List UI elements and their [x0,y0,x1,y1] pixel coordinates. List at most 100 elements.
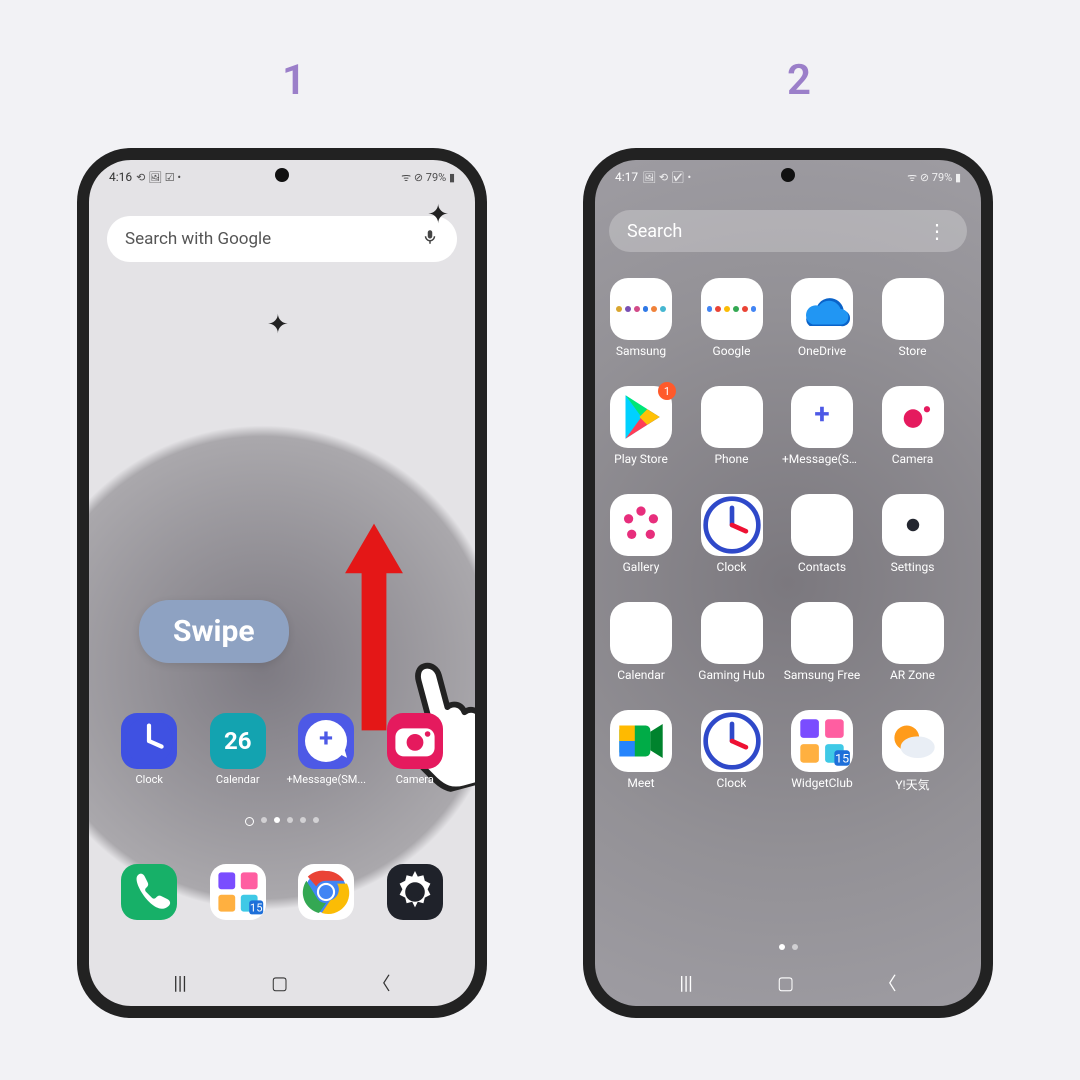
app-tile: 1 [610,386,672,448]
google-search-widget[interactable]: Search with Google [107,216,457,262]
app-icon-contacts[interactable]: Contacts [788,494,856,602]
app-tile [387,713,443,769]
app-icon-phone[interactable] [115,864,183,920]
page-dot[interactable] [300,817,306,823]
more-options-icon[interactable]: ⋮ [927,219,949,243]
app-label: Google [713,344,751,358]
app-label: Contacts [798,560,846,574]
recent-apps-button[interactable]: ||| [173,973,186,994]
status-time: 4:17 [615,170,638,184]
drawer-search-bar[interactable]: Search ⋮ [609,210,967,252]
app-icon-play-store[interactable]: 1Play Store [607,386,675,494]
swipe-instruction-chip: Swipe [139,600,289,663]
app-icon-phone[interactable]: Phone [698,386,766,494]
app-tile [701,278,763,340]
search-placeholder: Search [627,221,682,242]
app-tile: + [298,713,354,769]
home-dock: 15 [89,864,475,920]
app-icon-ar-zone[interactable]: AR AR Zone [879,602,947,710]
page-dot[interactable] [274,817,280,823]
phone2-app-drawer[interactable]: 4:17 🖼 ⟲ ☑ • ᯤ ⊘ 79% ▮ Search ⋮ SamsungG… [595,160,981,1006]
app-icon-clock[interactable]: Clock [115,713,183,786]
app-icon-chrome[interactable] [292,864,360,920]
home-button[interactable]: ▢ [271,973,288,994]
phone1-home-screen[interactable]: 4:16 ⟲ 🖼 ☑ • ᯤ ⊘ 79% ▮ ✦ Search with Goo… [89,160,475,1006]
app-tile: FREE [791,602,853,664]
app-label: WidgetClub [791,776,852,790]
app-tile [882,494,944,556]
app-tile: AR [882,602,944,664]
page-dot[interactable] [792,944,798,950]
app-icon-settings[interactable]: Settings [879,494,947,602]
app-icon-gallery[interactable]: Gallery [607,494,675,602]
page-dot[interactable] [261,817,267,823]
navigation-bar: ||| ▢ 〈 [595,960,981,1006]
status-right-icons: ᯤ ⊘ 79% ▮ [401,170,455,185]
app-label: Clock [717,560,747,574]
recent-apps-button[interactable]: ||| [679,973,692,994]
app-tile [882,386,944,448]
app-icon-samsung[interactable]: Samsung [607,278,675,386]
app-icon-widgetclub[interactable]: 15 WidgetClub [788,710,856,818]
app-label: Samsung Free [784,668,861,682]
app-label: Phone [714,452,748,466]
app-icon-samsung-free[interactable]: FREESamsung Free [788,602,856,710]
app-label: Calendar [216,773,260,786]
app-tile: 15 [791,710,853,772]
app-icon-clock[interactable]: Clock [698,710,766,818]
app-icon-calendar[interactable]: 26 Calendar [204,713,272,786]
navigation-bar: ||| ▢ 〈 [89,960,475,1006]
home-button[interactable]: ▢ [777,973,794,994]
status-time: 4:16 [109,170,132,184]
page-dot[interactable] [313,817,319,823]
back-button[interactable]: 〈 [373,970,391,996]
search-placeholder: Search with Google [125,229,271,249]
step-number-2: 2 [787,56,811,105]
app-tile [882,710,944,772]
phone-frame-2: 4:17 🖼 ⟲ ☑ • ᯤ ⊘ 79% ▮ Search ⋮ SamsungG… [583,148,993,1018]
app-icon-widgetclub[interactable]: 15 [204,864,272,920]
app-tile [701,494,763,556]
app-icon-y-[interactable]: Y!天気 [879,710,947,818]
app-tile [882,278,944,340]
app-icon-gaming-hub[interactable]: Gaming Hub [698,602,766,710]
page-dot[interactable] [779,944,785,950]
status-right-icons: ᯤ ⊘ 79% ▮ [907,170,961,185]
app-icon-calendar[interactable]: 26Calendar [607,602,675,710]
page-indicator [89,817,475,826]
app-icon-camera[interactable]: Camera [879,386,947,494]
page-dot[interactable] [245,817,254,826]
app-label: Clock [136,773,163,786]
app-tile [701,710,763,772]
app-icon--message-sm-[interactable]: ++Message(SM... [292,713,360,786]
app-icon-settings[interactable] [381,864,449,920]
app-icon-meet[interactable]: Meet [607,710,675,818]
app-label: OneDrive [798,344,846,358]
app-drawer-grid: Samsung Google OneDrive Store 1Play Store Pho… [595,252,981,1006]
app-tile: 26 [210,713,266,769]
app-icon-clock[interactable]: Clock [698,494,766,602]
page-dot[interactable] [287,817,293,823]
page-indicator [595,944,981,950]
mic-icon[interactable] [421,228,439,251]
app-icon--message-sm-[interactable]: ++Message(SM... [788,386,856,494]
app-label: Samsung [616,344,666,358]
app-tile [298,864,354,920]
app-icon-onedrive[interactable]: OneDrive [788,278,856,386]
app-icon-camera[interactable]: Camera [381,713,449,786]
app-tile [121,713,177,769]
svg-text:+: + [319,725,333,754]
step-number-1: 1 [282,56,306,105]
app-label: Calendar [617,668,665,682]
back-button[interactable]: 〈 [879,970,897,996]
sparkle-icon: ✦ [427,200,449,230]
app-icon-store[interactable]: Store [879,278,947,386]
app-tile [610,278,672,340]
svg-text:15: 15 [835,752,849,767]
app-tile [791,494,853,556]
app-tile [610,710,672,772]
app-icon-google[interactable]: Google [698,278,766,386]
app-label: AR Zone [890,668,935,682]
app-label: Settings [891,560,935,574]
svg-text:15: 15 [250,902,263,915]
